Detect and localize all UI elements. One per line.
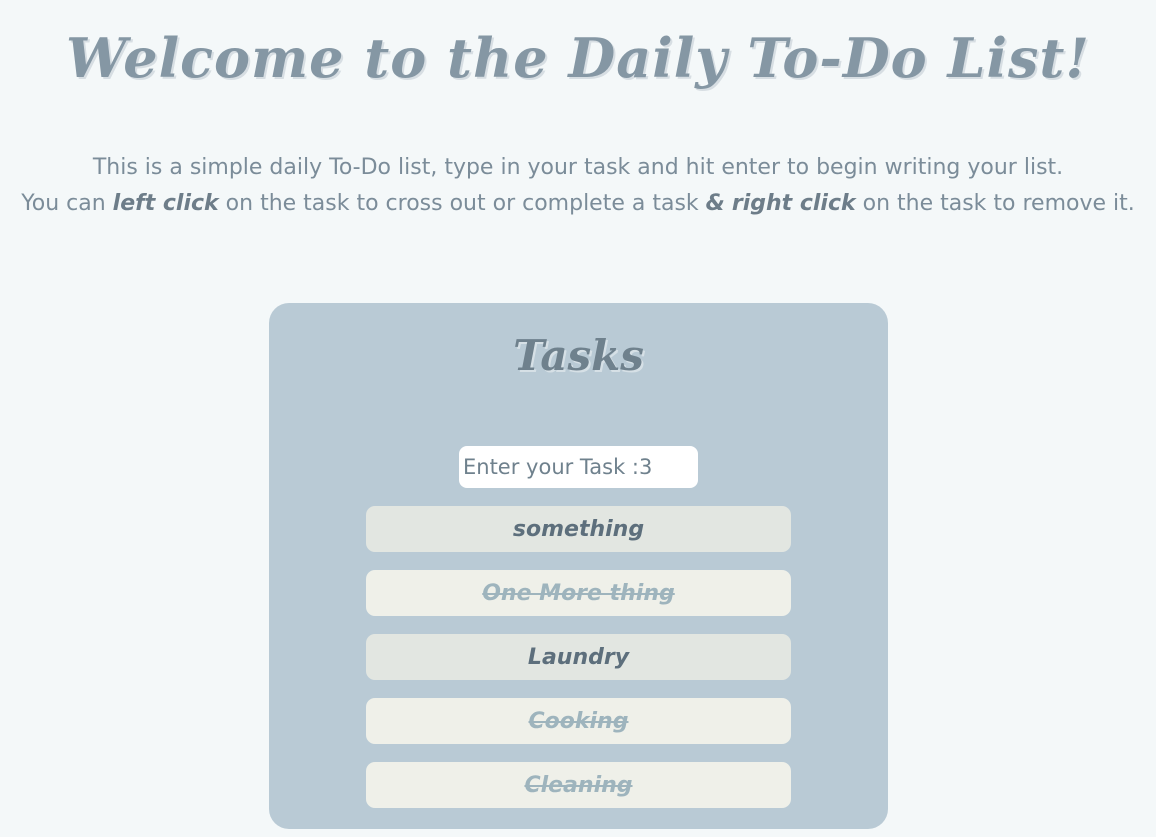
intro-line-2: You can left click on the task to cross … — [0, 186, 1156, 222]
task-item[interactable]: Laundry — [366, 634, 791, 680]
right-click-emphasis: right click — [731, 191, 856, 216]
tasks-title: Tasks — [513, 331, 644, 380]
intro-text: This is a simple daily To-Do list, type … — [0, 150, 1156, 222]
intro-line-2-suffix: on the task to remove it. — [855, 191, 1135, 216]
task-label: Cooking — [528, 708, 629, 734]
task-item[interactable]: One More thing — [366, 570, 791, 616]
task-item[interactable]: Cleaning — [366, 762, 791, 808]
task-item[interactable]: Cooking — [366, 698, 791, 744]
intro-line-2-middle: on the task to cross out or complete a t… — [218, 191, 706, 216]
tasks-panel: Tasks something One More thing Laundry C… — [269, 303, 888, 829]
task-label: something — [512, 516, 645, 542]
page-title: Welcome to the Daily To-Do List! — [65, 26, 1091, 90]
intro-line-1: This is a simple daily To-Do list, type … — [92, 155, 1064, 180]
task-label: One More thing — [482, 580, 675, 606]
task-input[interactable] — [459, 446, 698, 488]
task-label: Laundry — [527, 644, 630, 670]
task-list: something One More thing Laundry Cooking… — [366, 506, 791, 826]
intro-line-2-prefix: You can — [21, 191, 113, 216]
task-item[interactable]: something — [366, 506, 791, 552]
task-label: Cleaning — [524, 772, 633, 798]
left-click-emphasis: left click — [112, 191, 219, 216]
ampersand: & — [705, 191, 725, 216]
